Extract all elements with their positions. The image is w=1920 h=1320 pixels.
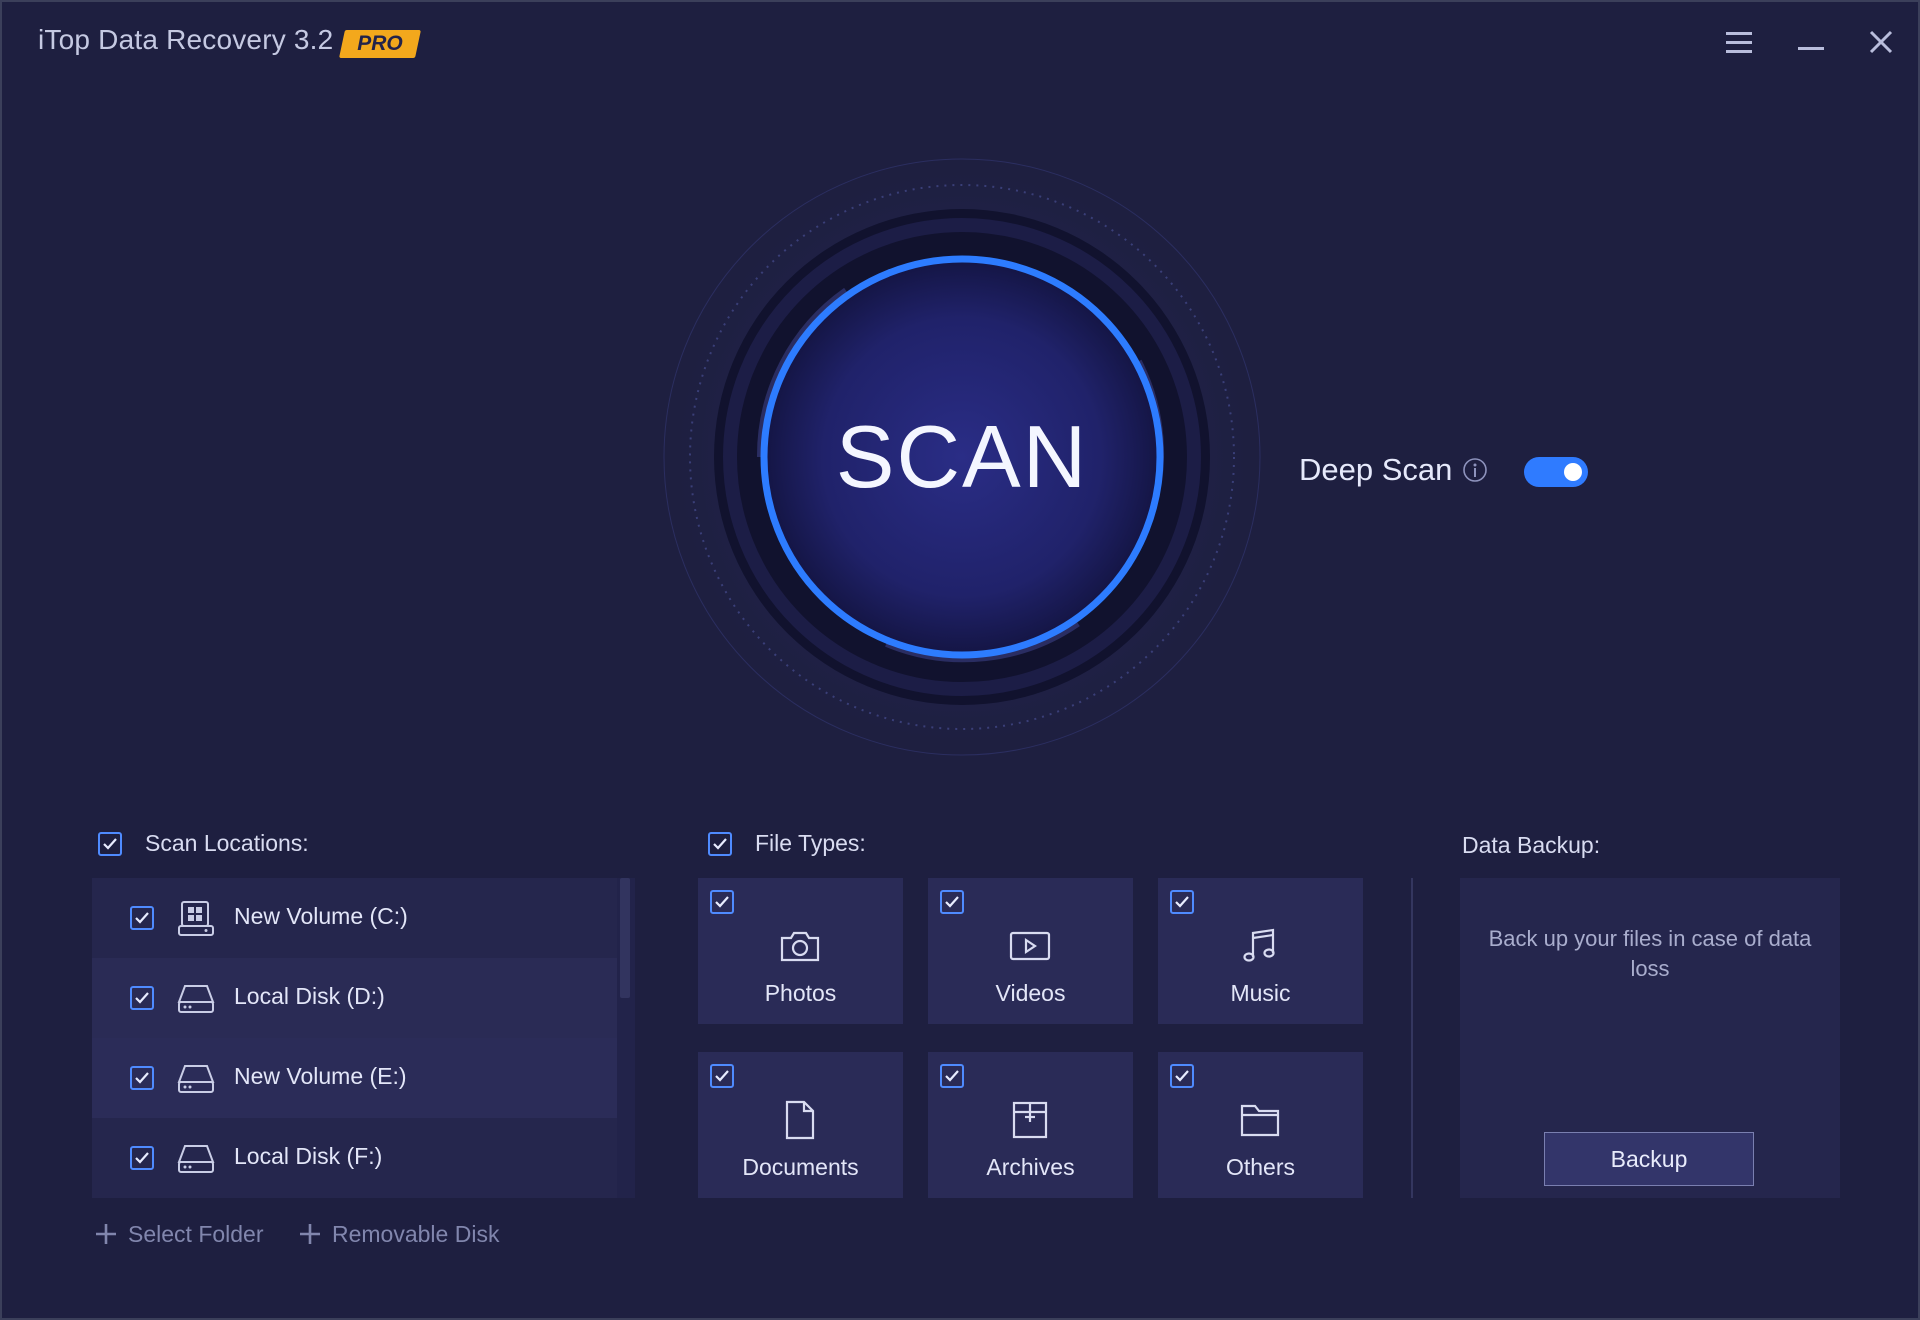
- file-type-music[interactable]: Music: [1158, 878, 1363, 1024]
- removable-disk-link[interactable]: Removable Disk: [298, 1217, 499, 1251]
- location-name: Local Disk (F:): [234, 1143, 383, 1169]
- section-divider: [1411, 878, 1413, 1198]
- file-type-checkbox[interactable]: [940, 890, 964, 914]
- minimize-button[interactable]: [1791, 22, 1831, 62]
- checkmark-icon: [135, 912, 149, 924]
- file-type-label: Archives: [986, 1154, 1075, 1180]
- location-item-e[interactable]: New Volume (E:): [92, 1038, 617, 1118]
- scan-locations-label: Scan Locations:: [145, 830, 309, 856]
- checkmark-icon: [103, 838, 117, 850]
- scan-area: SCAN: [657, 152, 1267, 762]
- scan-button-label: SCAN: [835, 407, 1089, 506]
- checkmark-icon: [713, 838, 727, 850]
- location-item-d[interactable]: Local Disk (D:): [92, 958, 617, 1038]
- scrollbar-thumb[interactable]: [620, 878, 630, 998]
- file-type-label: Others: [1225, 1154, 1296, 1180]
- file-type-label: Music: [1230, 980, 1291, 1006]
- menu-button[interactable]: [1719, 22, 1759, 62]
- plus-icon: [96, 1224, 116, 1244]
- file-type-checkbox[interactable]: [1170, 890, 1194, 914]
- scan-locations-list: New Volume (C:) Local Disk (D:) New Volu: [92, 878, 635, 1198]
- removable-disk-label: Removable Disk: [332, 1220, 500, 1247]
- file-type-checkbox[interactable]: [940, 1064, 964, 1088]
- file-type-archives[interactable]: Archives: [928, 1052, 1133, 1198]
- file-types-checkbox[interactable]: [708, 832, 732, 856]
- select-folder-label: Select Folder: [128, 1220, 264, 1247]
- checkmark-icon: [715, 1070, 729, 1082]
- file-type-documents[interactable]: Documents: [698, 1052, 903, 1198]
- file-type-label: Videos: [995, 980, 1066, 1006]
- hamburger-menu-icon: [1726, 32, 1752, 53]
- info-icon[interactable]: [1462, 457, 1488, 483]
- camera-icon: [780, 931, 820, 962]
- checkmark-icon: [1175, 1070, 1189, 1082]
- deep-scan-toggle[interactable]: [1524, 457, 1588, 487]
- document-icon: [785, 1100, 815, 1140]
- app-title: iTop Data Recovery 3.2: [38, 24, 334, 55]
- title-bar: iTop Data Recovery 3.2 PRO: [2, 2, 1918, 92]
- backup-button[interactable]: Backup: [1544, 1132, 1754, 1186]
- music-note-icon: [1243, 928, 1275, 962]
- deep-scan-label: Deep Scan: [1299, 452, 1453, 487]
- close-icon: [1869, 30, 1893, 54]
- deep-scan-option: Deep Scan: [1299, 450, 1488, 490]
- scan-button[interactable]: SCAN: [767, 262, 1157, 652]
- close-button[interactable]: [1861, 22, 1901, 62]
- scan-locations-checkbox[interactable]: [98, 832, 122, 856]
- location-name: Local Disk (D:): [234, 983, 385, 1009]
- video-icon: [1009, 931, 1051, 961]
- toggle-knob: [1564, 463, 1582, 481]
- app-window: iTop Data Recovery 3.2 PRO SCAN Deep Sca…: [0, 0, 1920, 1320]
- archive-icon: [1012, 1101, 1048, 1139]
- plus-icon: [300, 1224, 320, 1244]
- select-folder-link[interactable]: Select Folder: [94, 1217, 264, 1251]
- file-type-photos[interactable]: Photos: [698, 878, 903, 1024]
- checkmark-icon: [135, 1072, 149, 1084]
- checkmark-icon: [945, 1070, 959, 1082]
- file-type-others[interactable]: Others: [1158, 1052, 1363, 1198]
- checkmark-icon: [135, 992, 149, 1004]
- file-type-checkbox[interactable]: [710, 1064, 734, 1088]
- file-type-checkbox[interactable]: [710, 890, 734, 914]
- hard-drive-icon: [177, 985, 215, 1013]
- checkmark-icon: [1175, 896, 1189, 908]
- minimize-icon: [1798, 47, 1824, 50]
- location-item-f[interactable]: Local Disk (F:): [92, 1118, 617, 1198]
- file-type-label: Documents: [742, 1154, 859, 1180]
- file-type-checkbox[interactable]: [1170, 1064, 1194, 1088]
- file-type-label: Photos: [764, 980, 837, 1006]
- backup-description: Back up your files in case of data loss: [1488, 926, 1812, 981]
- location-checkbox[interactable]: [130, 986, 154, 1010]
- location-checkbox[interactable]: [130, 1146, 154, 1170]
- windows-drive-icon: [178, 901, 214, 936]
- location-checkbox[interactable]: [130, 1066, 154, 1090]
- hard-drive-icon: [177, 1145, 215, 1173]
- location-item-c[interactable]: New Volume (C:): [92, 878, 617, 958]
- folder-icon: [1240, 1104, 1280, 1137]
- location-name: New Volume (E:): [234, 1063, 407, 1089]
- file-type-videos[interactable]: Videos: [928, 878, 1133, 1024]
- location-name: New Volume (C:): [234, 903, 408, 929]
- hard-drive-icon: [177, 1065, 215, 1093]
- checkmark-icon: [135, 1152, 149, 1164]
- location-checkbox[interactable]: [130, 906, 154, 930]
- data-backup-panel: Back up your files in case of data loss …: [1460, 878, 1840, 1198]
- checkmark-icon: [945, 896, 959, 908]
- file-types-label: File Types:: [755, 830, 866, 856]
- pro-badge-text: PRO: [357, 32, 403, 55]
- data-backup-label: Data Backup:: [1462, 832, 1601, 858]
- pro-badge: PRO: [339, 30, 421, 58]
- checkmark-icon: [715, 896, 729, 908]
